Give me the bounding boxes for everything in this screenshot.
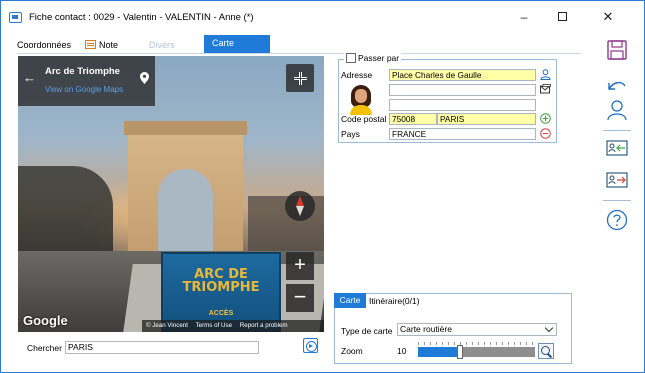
- app-icon: [9, 12, 22, 23]
- corner-icon: [301, 79, 307, 85]
- maximize-button[interactable]: [547, 7, 577, 27]
- map-footer: © Jean Vincent Terms of Use Report a pro…: [142, 320, 324, 332]
- report-problem-link[interactable]: Report a problem: [240, 322, 288, 329]
- tab-note[interactable]: Note: [85, 37, 139, 53]
- contact-card-icon[interactable]: [540, 69, 551, 80]
- help-icon: [606, 209, 628, 231]
- tab-note-label: Note: [99, 40, 119, 50]
- city-input[interactable]: PARIS: [437, 113, 536, 125]
- place-name: Arc de Triomphe: [45, 66, 120, 77]
- tab-coordonnees[interactable]: Coordonnées: [17, 37, 83, 53]
- zoom-value: 10: [397, 346, 407, 356]
- zoom-search-button[interactable]: [538, 343, 554, 359]
- tab-divider: [17, 53, 581, 54]
- map-type-value: Carte routière: [400, 324, 452, 334]
- passer-par-row[interactable]: Passer par: [344, 53, 402, 65]
- help-button[interactable]: [606, 209, 628, 231]
- corner-icon: [301, 72, 307, 78]
- compass-icon[interactable]: [285, 191, 315, 221]
- undo-button[interactable]: [606, 77, 628, 99]
- street-view-map[interactable]: ARC DE TRIOMPHE ACCÈS ← Arc de Triomphe …: [18, 56, 324, 332]
- zoom-slider[interactable]: [418, 342, 535, 359]
- user-button[interactable]: [606, 99, 628, 121]
- save-button[interactable]: [606, 39, 628, 61]
- right-toolbar: [589, 33, 645, 373]
- import-contact-icon: [606, 140, 628, 156]
- map-type-select[interactable]: Carte routière: [397, 323, 557, 336]
- pays-label: Pays: [341, 129, 360, 139]
- window-title: Fiche contact : 0029 - Valentin - VALENT…: [29, 12, 254, 23]
- zoom-slider-fill: [418, 347, 461, 357]
- search-label: Chercher: [27, 343, 62, 353]
- postal-code-input[interactable]: 75008: [389, 113, 437, 125]
- map-zoom-out-button[interactable]: −: [286, 284, 314, 312]
- tab-divers[interactable]: Divers: [149, 37, 189, 53]
- corner-icon: [294, 79, 300, 85]
- user-icon: [607, 100, 627, 121]
- search-input[interactable]: PARIS: [65, 341, 259, 354]
- save-icon: [607, 40, 627, 60]
- note-icon: [85, 40, 96, 49]
- minimize-button[interactable]: –: [509, 7, 539, 27]
- import-contact-button[interactable]: [606, 137, 628, 159]
- toolbar-separator: [603, 200, 631, 201]
- address-line1-input[interactable]: Place Charles de Gaulle: [389, 69, 536, 81]
- undo-icon: [608, 81, 626, 90]
- exit-fullscreen-button[interactable]: [286, 64, 314, 92]
- zoom-slider-ticks: [418, 342, 535, 345]
- country-input[interactable]: FRANCE: [389, 128, 536, 140]
- map-zoom-in-button[interactable]: +: [286, 252, 314, 280]
- arrow-right-icon: [309, 344, 313, 348]
- map-type-label: Type de carte: [341, 326, 393, 336]
- address-line3-input[interactable]: [389, 99, 536, 111]
- code-postal-label: Code postal: [341, 114, 387, 124]
- maximize-icon: [557, 12, 567, 21]
- settings-tab-itineraire[interactable]: Itinéraire(0/1): [369, 296, 420, 306]
- view-on-google-maps-link[interactable]: View on Google Maps: [45, 85, 123, 94]
- tab-carte[interactable]: Carte: [204, 35, 270, 53]
- search-go-button[interactable]: [303, 338, 318, 353]
- google-logo: Google: [23, 313, 68, 328]
- address-line2-input[interactable]: [389, 84, 536, 96]
- mail-icon[interactable]: [540, 84, 551, 95]
- remove-circle-icon[interactable]: [540, 128, 551, 139]
- settings-tab-carte[interactable]: Carte: [334, 293, 366, 308]
- add-circle-icon[interactable]: [540, 113, 551, 124]
- passer-par-checkbox[interactable]: [346, 53, 356, 63]
- zoom-label: Zoom: [341, 346, 363, 356]
- place-info-card: ← Arc de Triomphe View on Google Maps: [18, 56, 155, 106]
- title-bar: Fiche contact : 0029 - Valentin - VALENT…: [1, 1, 644, 33]
- map-pin-icon[interactable]: [140, 72, 149, 84]
- avatar-face: [355, 89, 367, 103]
- chevron-down-icon: [544, 323, 554, 333]
- export-contact-button[interactable]: [606, 169, 628, 191]
- photo-credit: © Jean Vincent: [146, 322, 188, 329]
- zoom-slider-thumb[interactable]: [457, 345, 464, 359]
- export-contact-icon: [606, 172, 628, 188]
- sign-text: ARC DE TRIOMPHE: [182, 267, 260, 295]
- sign-acces: ACCÈS: [208, 310, 234, 317]
- terms-of-use-link[interactable]: Terms of Use: [196, 322, 232, 329]
- arc-de-triomphe: [124, 121, 247, 261]
- passer-par-label: Passer par: [358, 53, 400, 63]
- back-arrow-icon[interactable]: ←: [23, 70, 36, 85]
- toolbar-separator: [603, 130, 631, 131]
- contact-window: Fiche contact : 0029 - Valentin - VALENT…: [0, 0, 645, 373]
- avatar: [347, 85, 375, 115]
- close-button[interactable]: ✕: [593, 7, 623, 27]
- corner-icon: [294, 72, 300, 78]
- adresse-label: Adresse: [341, 70, 373, 80]
